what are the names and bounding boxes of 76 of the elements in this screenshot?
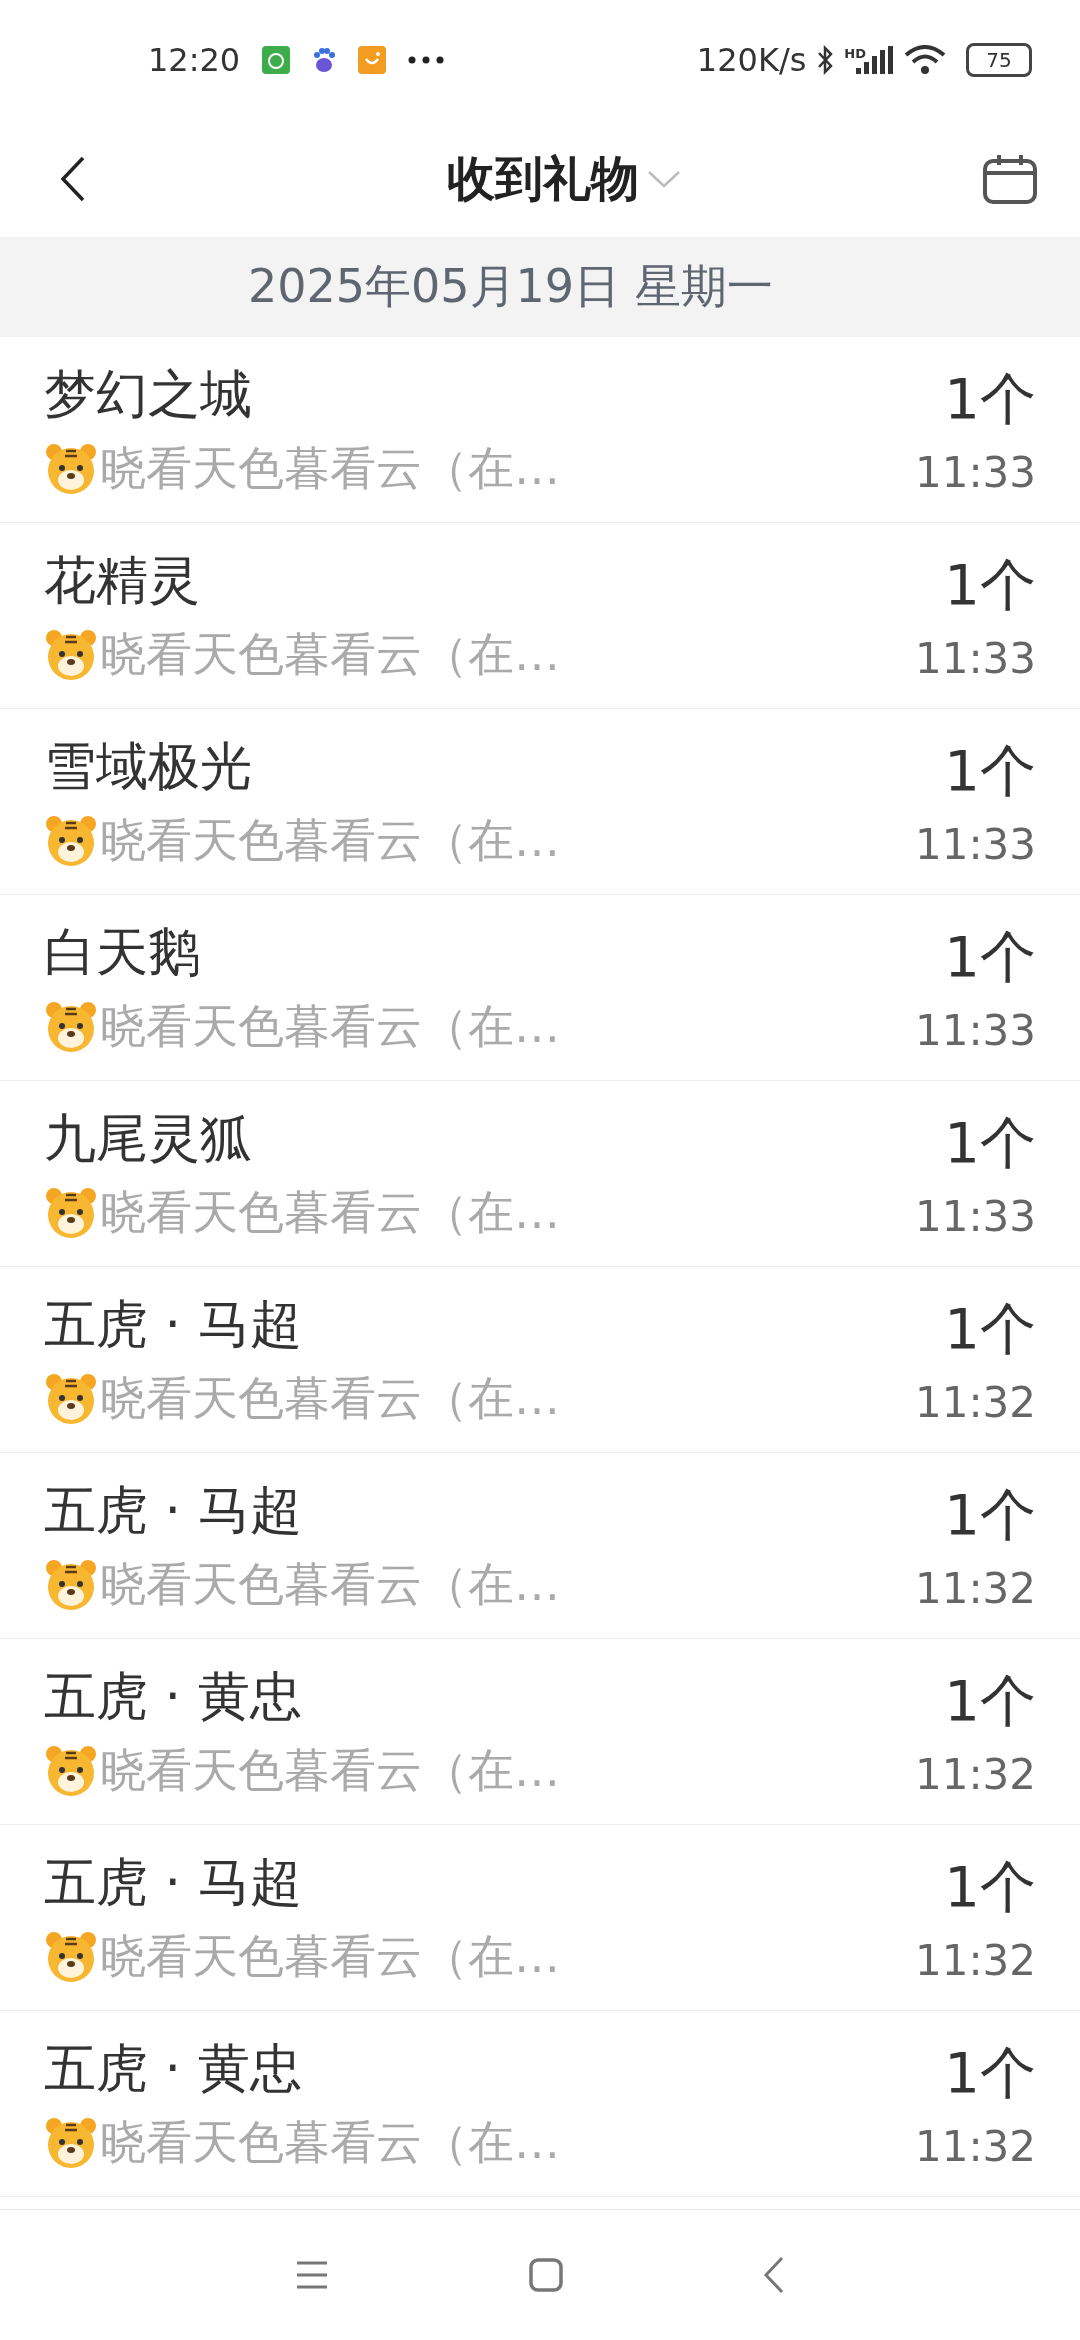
battery-level: 75 (986, 48, 1012, 72)
gift-name: 梦幻之城 (44, 362, 253, 426)
sender-name: 晓看天色暮看云（在… (100, 1741, 560, 1799)
gift-count: 1个 (944, 1109, 1036, 1177)
gift-name: 五虎 · 黄忠 (44, 2036, 303, 2100)
gift-time: 11:32 (914, 1378, 1036, 1427)
gift-name: 白天鹅 (44, 920, 201, 984)
gift-row[interactable]: 五虎 · 马超 晓看天色暮看云（在… 1个 11:32 (0, 1453, 1080, 1639)
gift-time: 11:33 (914, 1006, 1036, 1055)
gift-name: 花精灵 (44, 548, 201, 612)
tiger-icon (44, 1929, 98, 1984)
sender-name: 晓看天色暮看云（在… (100, 1183, 560, 1241)
paw-icon (312, 47, 337, 73)
wifi-icon (904, 45, 946, 75)
sender-name: 晓看天色暮看云（在… (100, 1927, 560, 1985)
gift-count: 1个 (944, 2039, 1036, 2107)
gift-row[interactable]: 五虎 · 黄忠 晓看天色暮看云（在… 1个 11:32 (0, 2011, 1080, 2197)
tiger-icon (44, 999, 98, 1054)
gift-count: 1个 (944, 365, 1036, 433)
gift-count: 1个 (944, 1295, 1036, 1363)
more-icon (408, 56, 445, 64)
status-time: 12:20 (148, 41, 241, 79)
gift-time: 11:33 (914, 448, 1036, 497)
gift-count: 1个 (944, 923, 1036, 991)
gift-count: 1个 (944, 1667, 1036, 1735)
home-icon[interactable] (529, 2258, 563, 2292)
gift-count: 1个 (944, 737, 1036, 805)
sender-name: 晓看天色暮看云（在… (100, 1555, 560, 1613)
gift-row[interactable]: 五虎 · 马超 晓看天色暮看云（在… 1个 11:32 (0, 1825, 1080, 2011)
date-header: 2025年05月19日 星期一 (248, 258, 773, 315)
gift-name: 五虎 · 黄忠 (44, 1664, 303, 1728)
gift-name: 五虎 · 马超 (44, 1292, 303, 1356)
sender-name: 晓看天色暮看云（在… (100, 1369, 560, 1427)
gift-name: 九尾灵狐 (44, 1106, 253, 1170)
tiger-icon (44, 813, 98, 868)
gift-time: 11:32 (914, 1750, 1036, 1799)
gift-count: 1个 (944, 551, 1036, 619)
sender-name: 晓看天色暮看云（在… (100, 2113, 560, 2171)
back-icon[interactable] (60, 155, 86, 202)
sender-name: 晓看天色暮看云（在… (100, 811, 560, 869)
gift-row[interactable]: 五虎 · 马超 晓看天色暮看云（在… 1个 11:32 (0, 1267, 1080, 1453)
gift-row[interactable]: 梦幻之城 晓看天色暮看云（在… 1个 11:33 (0, 337, 1080, 523)
gift-row[interactable]: 九尾灵狐 晓看天色暮看云（在… 1个 11:33 (0, 1081, 1080, 1267)
sender-name: 晓看天色暮看云（在… (100, 997, 560, 1055)
app-notification-icon (262, 46, 291, 74)
gift-count: 1个 (944, 1853, 1036, 1921)
tiger-icon (44, 1371, 98, 1426)
sender-name: 晓看天色暮看云（在… (100, 439, 560, 497)
gift-time: 11:32 (914, 1564, 1036, 1613)
gift-time: 11:33 (914, 1192, 1036, 1241)
calendar-icon[interactable] (982, 152, 1038, 205)
gift-count: 1个 (944, 1481, 1036, 1549)
gift-time: 11:32 (914, 2122, 1036, 2171)
menu-icon[interactable] (295, 2260, 329, 2290)
gift-time: 11:33 (914, 634, 1036, 683)
sender-name: 晓看天色暮看云（在… (100, 625, 560, 683)
tiger-icon (44, 1557, 98, 1612)
gift-row[interactable]: 白天鹅 晓看天色暮看云（在… 1个 11:33 (0, 895, 1080, 1081)
smile-app-icon (358, 46, 387, 74)
tiger-icon (44, 441, 98, 496)
page-title: 收到礼物 (447, 148, 639, 208)
bluetooth-icon (816, 45, 835, 75)
gift-time: 11:33 (914, 820, 1036, 869)
tiger-icon (44, 627, 98, 682)
tiger-icon (44, 2115, 98, 2170)
gift-time: 11:32 (914, 1936, 1036, 1985)
gift-row[interactable]: 花精灵 晓看天色暮看云（在… 1个 11:33 (0, 523, 1080, 709)
tiger-icon (44, 1743, 98, 1798)
gift-name: 五虎 · 马超 (44, 1850, 303, 1914)
gift-row[interactable]: 雪域极光 晓看天色暮看云（在… 1个 11:33 (0, 709, 1080, 895)
network-speed: 120K/s (696, 41, 807, 79)
gift-name: 雪域极光 (44, 734, 253, 798)
gift-name: 五虎 · 马超 (44, 1478, 303, 1542)
gift-row[interactable]: 五虎 · 黄忠 晓看天色暮看云（在… 1个 11:32 (0, 1639, 1080, 1825)
signal-label: HD (844, 46, 866, 61)
tiger-icon (44, 1185, 98, 1240)
